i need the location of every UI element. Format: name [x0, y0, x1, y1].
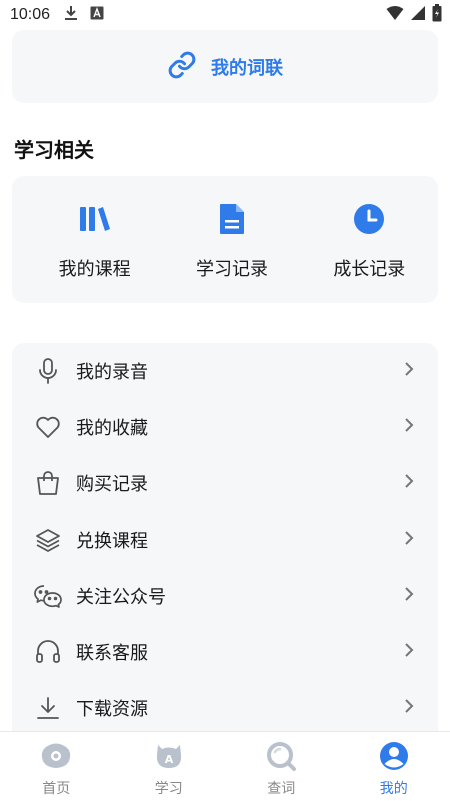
search-icon — [265, 741, 297, 775]
menu-item-recordings[interactable]: 我的录音 — [12, 343, 438, 399]
tab-lookup[interactable]: 查词 — [225, 732, 338, 801]
download-icon — [34, 694, 62, 722]
growth-records-label: 成长记录 — [333, 259, 406, 280]
status-bar: 10:06 — [0, 0, 450, 30]
tab-home-label: 首页 — [42, 781, 71, 797]
status-time: 10:06 — [10, 6, 51, 23]
wechat-icon — [34, 582, 62, 610]
signal-icon — [410, 5, 426, 25]
wifi-icon — [386, 5, 404, 25]
menu-item-favorites[interactable]: 我的收藏 — [12, 399, 438, 455]
shopping-bag-icon — [34, 469, 62, 497]
my-courses-button[interactable]: 我的课程 — [12, 176, 163, 303]
library-icon — [78, 203, 112, 235]
menu-item-label: 我的录音 — [76, 362, 148, 384]
profile-icon — [378, 741, 410, 775]
menu-item-label: 关注公众号 — [76, 586, 166, 608]
study-records-button[interactable]: 学习记录 — [163, 176, 300, 303]
clock-icon — [353, 203, 385, 235]
chevron-right-icon — [404, 417, 414, 437]
menu-item-follow-account[interactable]: 关注公众号 — [12, 568, 438, 624]
app-notification-icon — [90, 6, 104, 24]
chevron-right-icon — [404, 698, 414, 718]
download-notification-icon — [64, 5, 78, 25]
study-card: 我的课程 学习记录 成长记录 — [12, 176, 438, 303]
svg-text:A: A — [164, 753, 173, 766]
chevron-right-icon — [404, 586, 414, 606]
chevron-right-icon — [404, 530, 414, 550]
study-section-title: 学习相关 — [14, 138, 94, 162]
chevron-right-icon — [404, 361, 414, 381]
home-icon — [40, 741, 72, 775]
chevron-right-icon — [404, 642, 414, 662]
chevron-right-icon — [404, 473, 414, 493]
tab-profile[interactable]: 我的 — [338, 732, 450, 801]
microphone-icon — [34, 357, 62, 385]
document-icon — [219, 203, 245, 235]
bottom-tab-bar: 首页 A 学习 查词 我的 — [0, 731, 450, 801]
menu-item-label: 兑换课程 — [76, 530, 148, 552]
study-icon: A — [153, 741, 185, 775]
study-records-label: 学习记录 — [195, 259, 268, 280]
growth-records-button[interactable]: 成长记录 — [301, 176, 438, 303]
menu-item-label: 购买记录 — [76, 474, 148, 496]
menu-item-download-resources[interactable]: 下载资源 — [12, 680, 438, 736]
tab-home[interactable]: 首页 — [0, 732, 113, 801]
menu-item-label: 我的收藏 — [76, 418, 148, 440]
word-link-card[interactable]: 我的词联 — [12, 30, 438, 103]
headphones-icon — [34, 638, 62, 666]
heart-icon — [34, 413, 62, 441]
my-courses-label: 我的课程 — [58, 259, 131, 280]
tab-study-label: 学习 — [154, 781, 183, 797]
link-icon — [167, 50, 197, 84]
menu-item-label: 联系客服 — [76, 643, 148, 665]
tab-profile-label: 我的 — [379, 781, 408, 797]
layers-icon — [34, 526, 62, 554]
battery-icon — [432, 4, 442, 26]
menu-item-customer-service[interactable]: 联系客服 — [12, 624, 438, 680]
tab-lookup-label: 查词 — [267, 781, 296, 797]
settings-menu: 我的录音 我的收藏 购买记录 兑换课程 关注公众号 联系客服 下载资源 — [12, 343, 438, 743]
word-link-label: 我的词联 — [211, 57, 283, 79]
menu-item-redeem-course[interactable]: 兑换课程 — [12, 512, 438, 568]
tab-study[interactable]: A 学习 — [113, 732, 226, 801]
menu-item-purchases[interactable]: 购买记录 — [12, 455, 438, 511]
menu-item-label: 下载资源 — [76, 699, 148, 721]
